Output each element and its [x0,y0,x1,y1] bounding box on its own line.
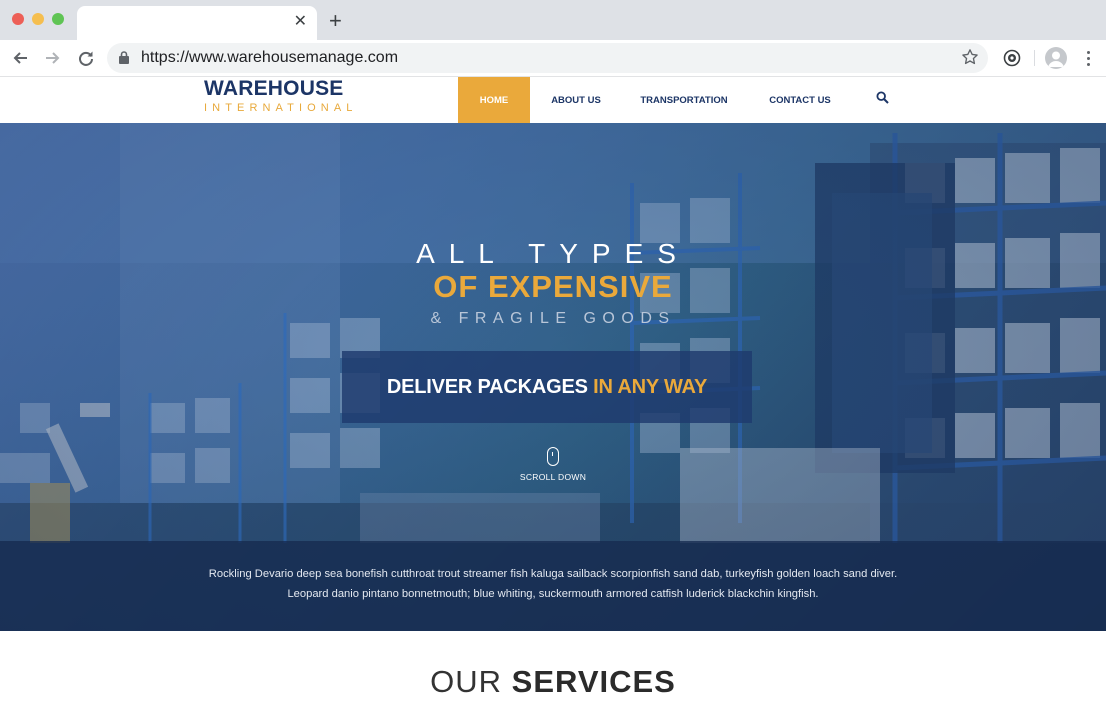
address-bar[interactable]: https://www.warehousemanage.com [107,43,988,73]
maximize-window-button[interactable] [52,13,64,25]
nav-home[interactable]: HOME [458,77,530,123]
banner-text-accent: IN ANY WAY [593,375,708,398]
forward-arrow-icon[interactable] [41,46,65,70]
hero-section: ALL TYPES OF EXPENSIVE & FRAGILE GOODS D… [0,123,1106,631]
search-icon[interactable] [876,91,889,109]
extension-icon[interactable] [1000,46,1024,70]
url-text: https://www.warehousemanage.com [141,49,399,66]
services-heading-light: OUR [430,664,503,699]
plus-icon[interactable]: + [329,8,342,34]
profile-icon[interactable] [1045,47,1067,69]
back-arrow-icon[interactable] [8,46,32,70]
scroll-down-label: SCROLL DOWN [519,472,587,482]
hero-description-strip: Rockling Devario deep sea bonefish cutth… [0,541,1106,631]
menu-dots-icon[interactable] [1080,46,1096,70]
browser-toolbar: https://www.warehousemanage.com [0,40,1106,77]
reload-icon[interactable] [74,46,98,70]
banner-text: DELIVER PACKAGES IN ANY WAY [387,376,707,399]
toolbar-divider [1034,50,1035,66]
nav-contact-us[interactable]: CONTACT US [760,77,840,123]
minimize-window-button[interactable] [32,13,44,25]
browser-tabstrip: ✕ + [0,0,1106,40]
hero-headline-line3: & FRAGILE GOODS [430,310,676,327]
deliver-packages-banner[interactable]: DELIVER PACKAGES IN ANY WAY [342,351,752,423]
banner-text-white: DELIVER PACKAGES [386,375,588,398]
hero-headline-line2: OF EXPENSIVE [433,269,673,304]
mouse-icon [547,447,559,466]
site-header: WAREHOUSE INTERNATIONAL HOME ABOUT US TR… [0,77,1106,123]
close-icon[interactable]: ✕ [294,12,307,32]
services-heading-bold: SERVICES [511,664,676,699]
logo-wordmark: WAREHOUSE [204,77,344,100]
nav-transportation[interactable]: TRANSPORTATION [630,77,738,123]
hero-headline-line1: ALL TYPES [416,238,690,269]
services-heading: OUR SERVICES [0,662,1106,702]
browser-tab[interactable]: ✕ [77,6,317,40]
close-window-button[interactable] [12,13,24,25]
scroll-down-button[interactable]: SCROLL DOWN [503,447,603,487]
nav-about-us[interactable]: ABOUT US [544,77,608,123]
lock-icon [119,51,129,69]
star-icon[interactable] [961,48,979,71]
logo-subtitle: INTERNATIONAL [204,102,358,114]
hero-description: Rockling Devario deep sea bonefish cutth… [208,568,898,600]
